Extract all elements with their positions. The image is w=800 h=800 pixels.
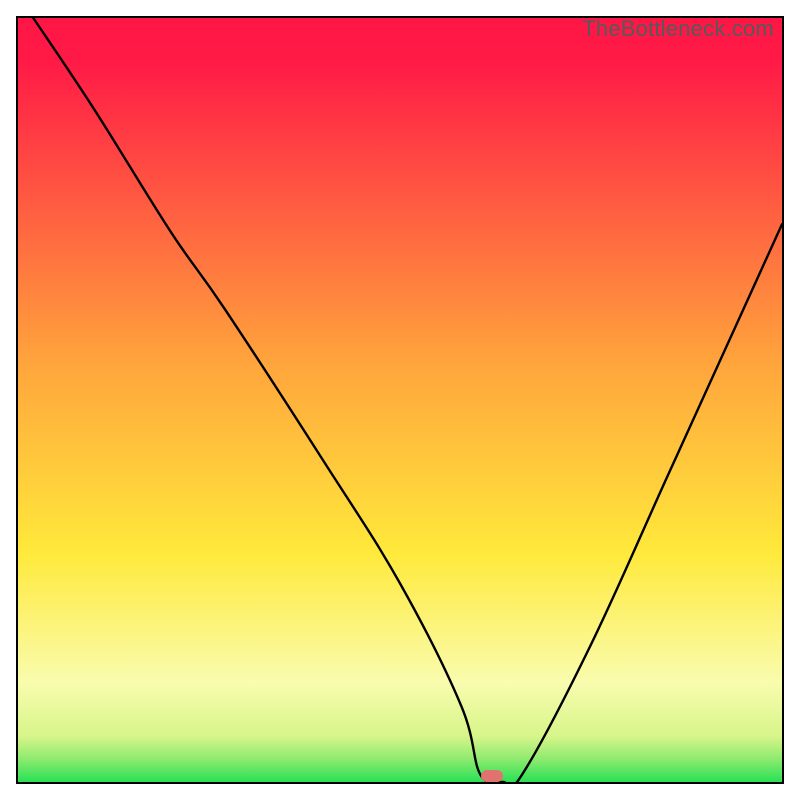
gradient-background — [18, 18, 782, 782]
chart-frame: TheBottleneck.com — [16, 16, 784, 784]
chart-canvas — [18, 18, 782, 782]
optimal-marker-pill — [481, 770, 503, 782]
watermark-text: TheBottleneck.com — [582, 16, 774, 42]
